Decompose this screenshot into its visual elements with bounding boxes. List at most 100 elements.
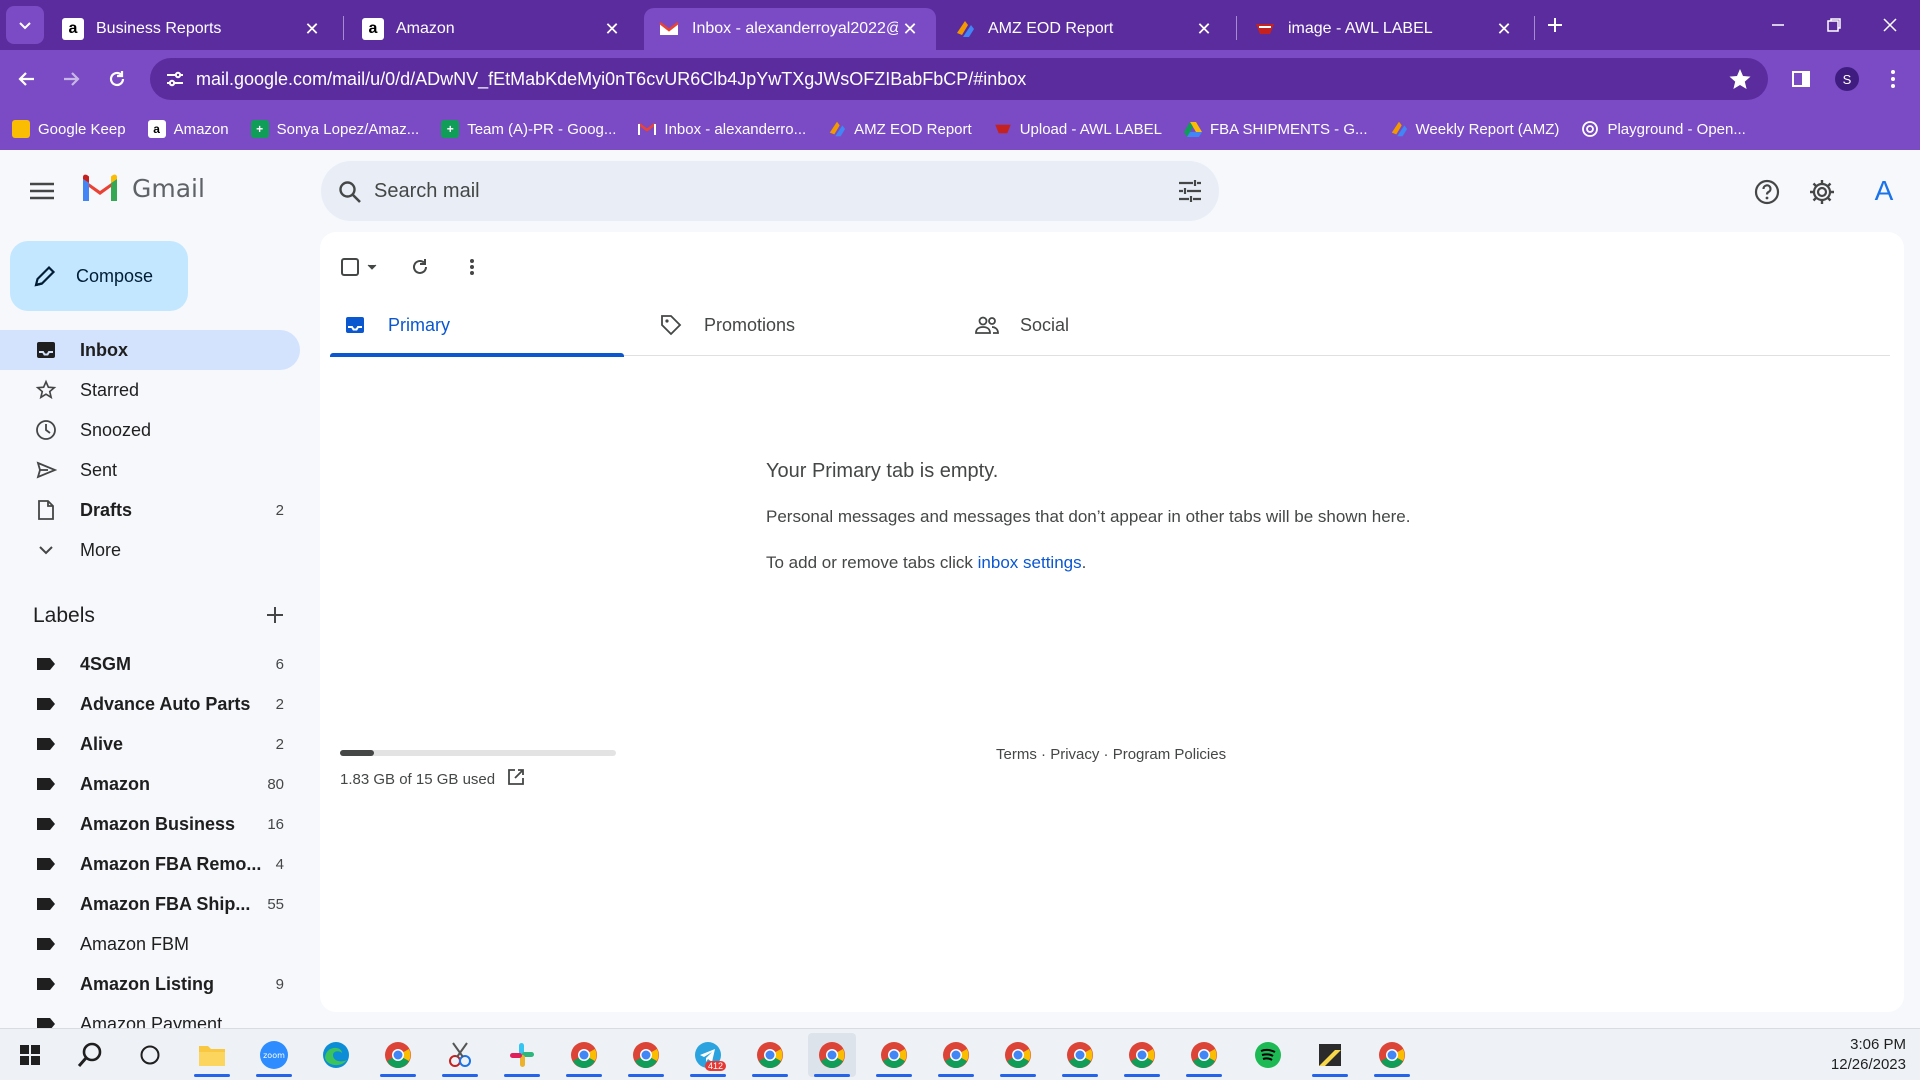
sidebar-label-item[interactable]: Amazon FBA Remo... 4: [0, 844, 300, 884]
taskbar-app-windows-start[interactable]: [6, 1033, 54, 1077]
taskbar-app-chrome[interactable]: [1056, 1033, 1104, 1077]
taskbar-app-chrome[interactable]: [374, 1033, 422, 1077]
sidebar-label-item[interactable]: Amazon Payment: [0, 1004, 300, 1028]
minimize-button[interactable]: [1750, 0, 1806, 50]
browser-tab-business-reports[interactable]: a Business Reports ✕: [48, 8, 338, 50]
create-label-button[interactable]: [264, 604, 286, 631]
sidebar-item-starred[interactable]: Starred: [0, 370, 300, 410]
inbox-settings-link[interactable]: inbox settings: [978, 553, 1082, 572]
profile-button[interactable]: S: [1828, 60, 1866, 98]
bookmark-playground[interactable]: Playground - Open...: [1581, 120, 1746, 138]
taskbar-app-chrome[interactable]: [870, 1033, 918, 1077]
bookmark-upload-awl[interactable]: Upload - AWL LABEL: [994, 120, 1162, 138]
taskbar-app-chrome[interactable]: [560, 1033, 608, 1077]
bookmark-sonya-lopez[interactable]: + Sonya Lopez/Amaz...: [250, 120, 419, 138]
terms-link[interactable]: Terms: [996, 746, 1037, 763]
close-icon[interactable]: ✕: [1492, 17, 1516, 41]
bookmark-amz-eod[interactable]: AMZ EOD Report: [828, 120, 972, 138]
browser-tab-amz-eod[interactable]: AMZ EOD Report ✕: [940, 8, 1230, 50]
forward-button[interactable]: [52, 60, 90, 98]
bookmark-team-pr[interactable]: + Team (A)-PR - Goog...: [441, 120, 616, 138]
sidebar-label-item[interactable]: Amazon FBM: [0, 924, 300, 964]
close-icon[interactable]: ✕: [1192, 17, 1216, 41]
privacy-link[interactable]: Privacy: [1050, 746, 1099, 763]
browser-menu-button[interactable]: [1874, 60, 1912, 98]
sidebar-item-snoozed[interactable]: Snoozed: [0, 410, 300, 450]
taskbar-app-task-view[interactable]: [126, 1033, 174, 1077]
tab-primary[interactable]: Primary: [330, 294, 624, 357]
system-clock[interactable]: 3:06 PM 12/26/2023: [1831, 1035, 1906, 1075]
new-tab-button[interactable]: [1536, 6, 1574, 44]
main-menu-button[interactable]: [26, 175, 58, 207]
sidebar-label-item[interactable]: Alive 2: [0, 724, 300, 764]
search-icon[interactable]: [337, 179, 363, 210]
taskbar-app-spotify[interactable]: [1244, 1033, 1292, 1077]
browser-tab-inbox[interactable]: Inbox - alexanderroyal2022@gr ✕: [644, 8, 936, 50]
sidebar-label-item[interactable]: Amazon Business 16: [0, 804, 300, 844]
sidebar-item-more[interactable]: More: [0, 530, 300, 570]
taskbar-app-chrome[interactable]: [932, 1033, 980, 1077]
sidebar-label-item[interactable]: Amazon 80: [0, 764, 300, 804]
taskbar-app-file-explorer[interactable]: [188, 1033, 236, 1077]
taskbar-app-chrome[interactable]: [1180, 1033, 1228, 1077]
sidebar-label-item[interactable]: Amazon Listing 9: [0, 964, 300, 1004]
search-input[interactable]: [374, 175, 1114, 207]
restore-button[interactable]: [1806, 0, 1862, 50]
sidebar-label-item[interactable]: Advance Auto Parts 2: [0, 684, 300, 724]
close-icon[interactable]: ✕: [898, 17, 922, 41]
account-avatar[interactable]: A: [1863, 170, 1905, 212]
sidebar-item-sent[interactable]: Sent: [0, 450, 300, 490]
sidebar-item-inbox[interactable]: Inbox: [0, 330, 300, 370]
browser-tab-awl-label[interactable]: image - AWL LABEL ✕: [1240, 8, 1530, 50]
open-external-icon[interactable]: [507, 768, 525, 790]
select-all-checkbox[interactable]: [336, 247, 388, 287]
bookmark-google-keep[interactable]: Google Keep: [12, 120, 126, 138]
program-policies-link[interactable]: Program Policies: [1113, 746, 1226, 763]
refresh-button[interactable]: [400, 247, 440, 287]
arrow-right-icon: [64, 72, 80, 86]
bookmark-fba-shipments[interactable]: FBA SHIPMENTS - G...: [1183, 120, 1368, 138]
side-panel-button[interactable]: [1782, 60, 1820, 98]
more-options-button[interactable]: [452, 247, 492, 287]
chrome-icon: [879, 1040, 909, 1070]
profile-avatar: S: [1835, 67, 1859, 91]
taskbar-app-slack[interactable]: [498, 1033, 546, 1077]
taskbar-app-chrome[interactable]: [1118, 1033, 1166, 1077]
taskbar-app-telegram[interactable]: 412: [684, 1033, 732, 1077]
sidebar-item-drafts[interactable]: Drafts 2: [0, 490, 300, 530]
taskbar-app-sticky-notes[interactable]: [1306, 1033, 1354, 1077]
back-button[interactable]: [8, 60, 46, 98]
search-options-icon[interactable]: [1177, 179, 1203, 208]
taskbar-app-chrome[interactable]: [622, 1033, 670, 1077]
tab-search-button[interactable]: [6, 6, 44, 44]
compose-button[interactable]: Compose: [10, 241, 188, 311]
taskbar-app-snipping[interactable]: [436, 1033, 484, 1077]
reload-button[interactable]: [98, 60, 136, 98]
taskbar-app-edge[interactable]: [312, 1033, 360, 1077]
bookmark-star-icon[interactable]: [1728, 67, 1752, 96]
gmail-logo[interactable]: Gmail: [80, 173, 205, 203]
close-icon[interactable]: ✕: [600, 17, 624, 41]
support-button[interactable]: [1750, 175, 1784, 209]
taskbar-app-chrome[interactable]: [994, 1033, 1042, 1077]
taskbar-app-chrome[interactable]: [746, 1033, 794, 1077]
sidebar-label-item[interactable]: 4SGM 6: [0, 644, 300, 684]
settings-button[interactable]: [1805, 175, 1839, 209]
taskbar-app-search[interactable]: [66, 1033, 114, 1077]
site-info-icon[interactable]: [164, 68, 186, 95]
address-bar[interactable]: mail.google.com/mail/u/0/d/ADwNV_fEtMabK…: [150, 58, 1768, 100]
browser-tab-amazon[interactable]: a Amazon ✕: [348, 8, 638, 50]
tab-promotions[interactable]: Promotions: [646, 294, 940, 356]
close-icon[interactable]: ✕: [300, 17, 324, 41]
search-bar[interactable]: [321, 161, 1219, 221]
bookmark-amazon[interactable]: a Amazon: [147, 120, 229, 138]
bookmark-weekly-report[interactable]: Weekly Report (AMZ): [1390, 120, 1559, 138]
sidebar-label-item[interactable]: Amazon FBA Ship... 55: [0, 884, 300, 924]
tab-social[interactable]: Social: [962, 294, 1256, 356]
url-text[interactable]: mail.google.com/mail/u/0/d/ADwNV_fEtMabK…: [196, 69, 1026, 90]
close-window-button[interactable]: [1862, 0, 1918, 50]
taskbar-app-zoom[interactable]: zoom: [250, 1033, 298, 1077]
taskbar-app-chrome[interactable]: [1368, 1033, 1416, 1077]
taskbar-app-chrome[interactable]: [808, 1033, 856, 1077]
bookmark-inbox[interactable]: Inbox - alexanderro...: [638, 120, 806, 138]
